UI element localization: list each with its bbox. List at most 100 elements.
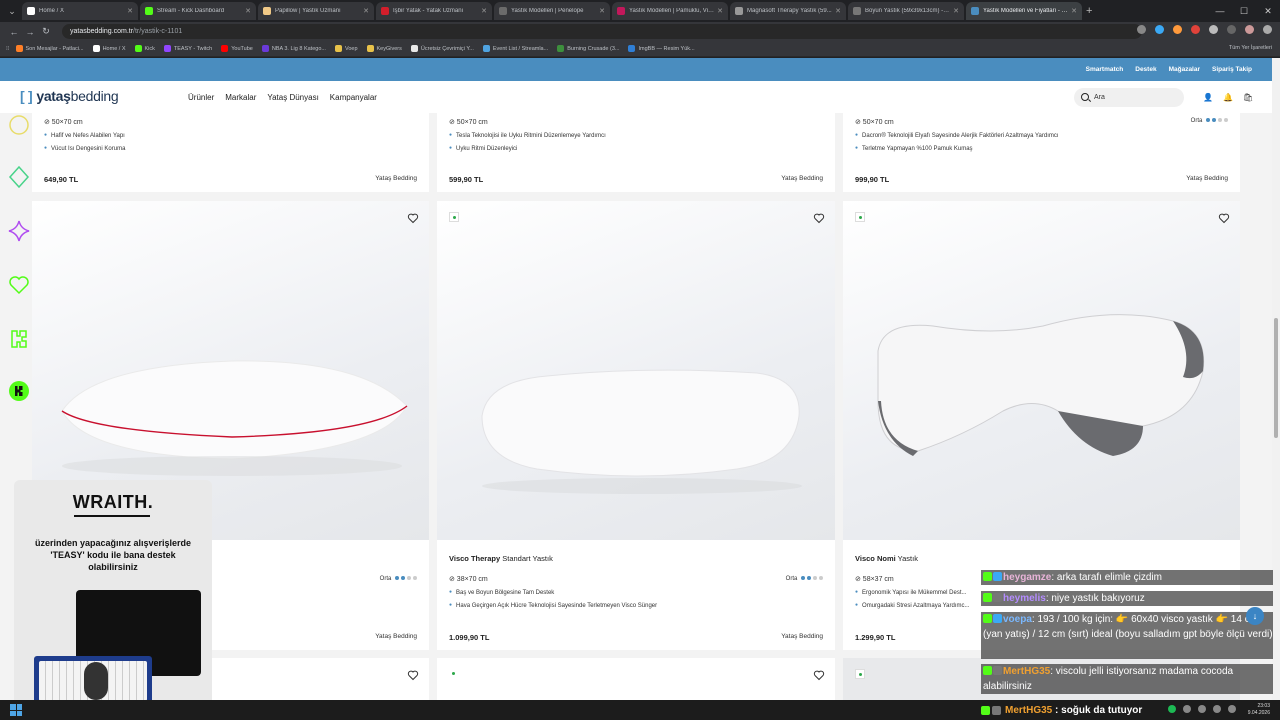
nav-item-kampanyalar[interactable]: Kampanyalar [330,93,377,102]
profile-avatar[interactable] [1245,25,1254,34]
chat-message: heymelis: niye yastık bakıyoruz [981,591,1273,606]
maximize-icon[interactable]: ☐ [1232,0,1256,22]
nav-item-yatas-dunyasi[interactable]: Yataş Dünyası [267,93,318,102]
volume-icon[interactable] [1228,705,1236,713]
extensions-menu-icon[interactable] [1209,25,1218,34]
tab-title: Stream - Kick Dashboard [157,8,225,14]
product-card[interactable]: Visco Therapy Standart Yastık Orta ⊘ 38×… [437,201,835,650]
bookmark-item[interactable]: Ücretsiz Çevrimiçi Y... [410,45,474,52]
sponsor-logo: WRAITH. [72,492,154,512]
product-feature: Dacron® Teknolojili Elyafı Sayesinde Ale… [855,132,1059,139]
close-tab-icon[interactable]: ✕ [363,7,369,15]
favorite-heart-icon[interactable] [813,212,825,224]
utility-link[interactable]: Smartmatch [1086,66,1124,73]
utility-link[interactable]: Mağazalar [1169,66,1200,73]
close-tab-icon[interactable]: ✕ [717,7,723,15]
menu-icon[interactable] [1263,25,1272,34]
product-card[interactable] [437,658,835,700]
all-bookmarks[interactable]: Tüm Yer İşaretleri [1229,45,1272,51]
clock[interactable]: 23:03 9.04.2026 [1248,703,1270,717]
browser-tab[interactable]: Magnasoft Therapy Yastık (59... ✕ [730,2,846,20]
product-feature: Hava Geçirgen Açık Hücre Teknolojisi Say… [449,602,657,609]
close-tab-icon[interactable]: ✕ [127,7,133,15]
utility-link[interactable]: Sipariş Takip [1212,66,1252,73]
close-tab-icon[interactable]: ✕ [481,7,487,15]
browser-tab[interactable]: Yastık Modelleri | Penelope ✕ [494,2,610,20]
tab-title: İşbir Yatak - Yatak Uzmanı [393,8,464,14]
wifi-icon[interactable] [1213,705,1221,713]
favorite-heart-icon[interactable] [813,669,825,681]
mouse-image [84,662,108,700]
close-tab-icon[interactable]: ✕ [1071,7,1077,15]
close-tab-icon[interactable]: ✕ [599,7,605,15]
tray-icon[interactable] [1183,705,1191,713]
close-tab-icon[interactable]: ✕ [953,7,959,15]
apps-icon[interactable]: ⁝⁝ [6,46,10,52]
product-image[interactable] [843,201,1240,540]
bookmark-item[interactable]: Voep [334,45,358,52]
favorite-heart-icon[interactable] [1218,212,1230,224]
favorite-heart-icon[interactable] [407,212,419,224]
browser-tab[interactable]: Papillow | Yastık Uzmanı ✕ [258,2,374,20]
new-badge [855,212,865,222]
extension-icon[interactable] [1191,25,1200,34]
user-icon[interactable]: 👤 [1203,93,1213,102]
scrollbar-thumb[interactable] [1274,318,1278,438]
forward-icon[interactable]: → [22,27,38,37]
bookmark-item[interactable]: Kick [134,45,155,52]
close-tab-icon[interactable]: ✕ [245,7,251,15]
browser-tab[interactable]: İşbir Yatak - Yatak Uzmanı ✕ [376,2,492,20]
new-tab-icon[interactable]: + [1086,5,1092,17]
bookmark-favicon-icon [557,45,565,52]
bookmark-item[interactable]: TEASY - Twitch [163,45,212,52]
nav-item-urunler[interactable]: Ürünler [188,93,214,102]
browser-tab[interactable]: Boyun Yastık (59x39x13cm) - E... ✕ [848,2,964,20]
tray-icon[interactable] [1198,705,1206,713]
cart-icon[interactable]: 🛍 [1243,93,1253,102]
reload-icon[interactable]: ↻ [38,26,54,37]
utility-link[interactable]: Destek [1135,66,1156,73]
tab-title: Home / X [39,8,65,14]
spotify-icon[interactable] [1168,705,1176,713]
notification-bell-icon[interactable]: 🔔 [1223,93,1233,102]
product-card[interactable]: ⊘ 50×70 cm Hafif ve Nefes Alabilen Yapı … [32,113,429,192]
downloads-icon[interactable] [1227,25,1236,34]
bookmark-item[interactable]: ImgBB — Resim Yük... [628,45,695,52]
extension-icon[interactable] [1155,25,1164,34]
product-image[interactable] [437,201,835,540]
tab-favicon-icon [145,7,153,15]
extension-icon[interactable] [1173,25,1182,34]
product-card[interactable]: ⊘ 50×70 cm Dacron® Teknolojili Elyafı Sa… [843,113,1240,192]
favorite-heart-icon[interactable] [407,669,419,681]
browser-tab[interactable]: Stream - Kick Dashboard ✕ [140,2,256,20]
bookmark-label: Kick [144,45,155,52]
search-input[interactable]: Ara [1074,88,1184,107]
bookmark-item[interactable]: Home / X [92,45,126,52]
nav-item-markalar[interactable]: Markalar [225,93,256,102]
bookmark-item[interactable]: YouTube [221,45,253,52]
bookmark-item[interactable]: KeyGivers [366,45,402,52]
close-tab-icon[interactable]: ✕ [835,7,841,15]
new-badge [449,212,459,222]
bookmark-label: Home / X [102,45,126,52]
windows-start-icon[interactable] [10,704,22,716]
close-window-icon[interactable]: ✕ [1256,0,1280,22]
tab-favicon-icon [263,7,271,15]
bookmark-item[interactable]: Son Mesajlar - Patlaci... [15,45,84,52]
back-icon[interactable]: ← [6,27,22,37]
tab-search-icon[interactable]: ⌄ [4,3,20,19]
chat-scroll-button[interactable]: ↓ [1246,607,1264,625]
bookmark-star-icon[interactable] [1137,25,1146,34]
bookmark-item[interactable]: Burning Crusade (3... [557,45,619,52]
browser-tab[interactable]: Yastık Modelleri | Pamuklu, Vis... ✕ [612,2,728,20]
bookmark-item[interactable]: NBA 3. Lig 8 Katego... [261,45,326,52]
bookmark-favicon-icon [92,45,100,52]
minimize-icon[interactable]: — [1208,0,1232,22]
bookmark-item[interactable]: Event List / Streamla... [482,45,548,52]
product-card[interactable]: ⊘ 50×70 cm Tesla Teknolojisi ile Uyku Ri… [437,113,835,192]
bookmark-favicon-icon [366,45,374,52]
browser-tab[interactable]: Home / X ✕ [22,2,138,20]
page-scrollbar[interactable] [1272,58,1280,700]
browser-tab[interactable]: Yastık Modelleri ve Fiyatları - Ya... ✕ [966,2,1082,20]
address-bar[interactable]: yatasbedding.com.tr/tr/yastik-c-1101 [62,24,1142,39]
